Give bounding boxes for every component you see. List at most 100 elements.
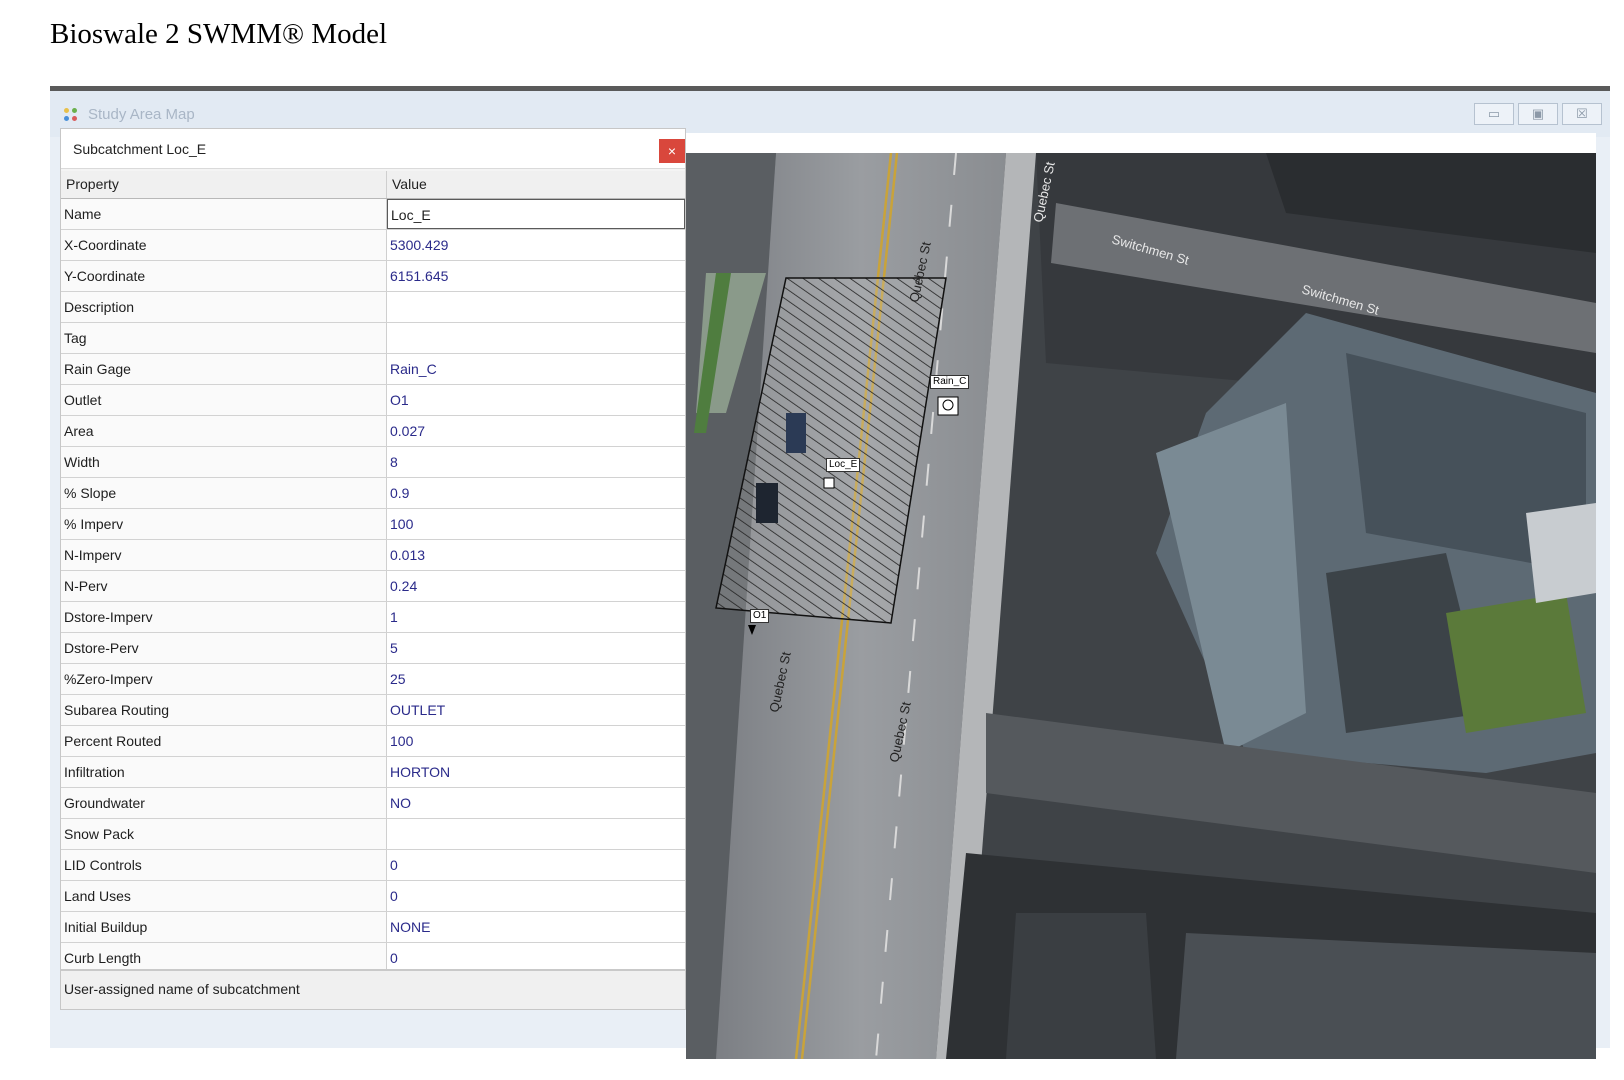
property-row[interactable]: Rain Gage Rain_C — [61, 354, 685, 385]
subcatchment-map-label: Loc_E — [826, 458, 861, 472]
aerial-map[interactable]: Quebec St Switchmen St Switchmen St Queb… — [686, 153, 1596, 1059]
map-app-icon — [64, 108, 78, 122]
rooftop-light — [1526, 503, 1596, 603]
property-name-cell: LID Controls — [61, 850, 387, 880]
property-name-cell: N-Perv — [61, 571, 387, 601]
dialog-title: Subcatchment Loc_E — [73, 141, 207, 157]
property-row[interactable]: Subarea Routing OUTLET — [61, 695, 685, 726]
property-row[interactable]: % Slope 0.9 — [61, 478, 685, 509]
lower-building-left — [1006, 913, 1156, 1059]
property-value-cell[interactable] — [387, 323, 685, 353]
subcatchment-centroid-marker[interactable] — [823, 477, 835, 489]
property-row[interactable]: N-Perv 0.24 — [61, 571, 685, 602]
property-name-cell: Description — [61, 292, 387, 322]
status-text: User-assigned name of subcatchment — [64, 981, 300, 997]
car-2 — [756, 483, 778, 523]
property-name-cell: N-Imperv — [61, 540, 387, 570]
column-header-property[interactable]: Property — [61, 171, 387, 198]
status-bar: User-assigned name of subcatchment — [61, 969, 685, 1009]
property-row[interactable]: Snow Pack — [61, 819, 685, 850]
dialog-titlebar[interactable]: Subcatchment Loc_E × — [61, 129, 685, 169]
property-value-cell[interactable]: 1 — [387, 602, 685, 632]
property-name-cell: Groundwater — [61, 788, 387, 818]
property-row[interactable]: % Imperv 100 — [61, 509, 685, 540]
property-name-cell: Name — [61, 199, 387, 229]
car-1 — [786, 413, 806, 453]
property-row[interactable]: LID Controls 0 — [61, 850, 685, 881]
property-name-cell: Rain Gage — [61, 354, 387, 384]
minimize-button[interactable]: ▭ — [1474, 103, 1514, 125]
property-value-cell[interactable]: 25 — [387, 664, 685, 694]
outlet-label: O1 — [750, 609, 770, 623]
property-row[interactable]: Width 8 — [61, 447, 685, 478]
property-value-cell[interactable]: 0 — [387, 881, 685, 911]
column-header-value[interactable]: Value — [387, 171, 685, 198]
property-value-cell[interactable]: O1 — [387, 385, 685, 415]
property-value-cell[interactable] — [387, 819, 685, 849]
property-row[interactable]: Dstore-Imperv 1 — [61, 602, 685, 633]
subcatchment-property-dialog: Subcatchment Loc_E × Property Value Name… — [60, 128, 686, 1010]
property-value-cell[interactable]: 0 — [387, 850, 685, 880]
close-window-button[interactable]: ☒ — [1562, 103, 1602, 125]
property-row[interactable]: Infiltration HORTON — [61, 757, 685, 788]
maximize-button[interactable]: ▣ — [1518, 103, 1558, 125]
map-top-strip — [686, 133, 1596, 153]
property-name-cell: %Zero-Imperv — [61, 664, 387, 694]
property-row[interactable]: Outlet O1 — [61, 385, 685, 416]
property-name-cell: Infiltration — [61, 757, 387, 787]
grid-header: Property Value — [61, 171, 685, 199]
property-value-cell[interactable]: OUTLET — [387, 695, 685, 725]
property-row[interactable]: %Zero-Imperv 25 — [61, 664, 685, 695]
property-row[interactable]: Land Uses 0 — [61, 881, 685, 912]
lower-building-right — [1176, 933, 1596, 1059]
dialog-close-button[interactable]: × — [659, 139, 685, 163]
page-heading: Bioswale 2 SWMM® Model — [50, 18, 387, 50]
property-name-cell: X-Coordinate — [61, 230, 387, 260]
property-name-cell: Subarea Routing — [61, 695, 387, 725]
property-value-cell[interactable]: 8 — [387, 447, 685, 477]
property-name-cell: Snow Pack — [61, 819, 387, 849]
property-value-cell[interactable]: 5300.429 — [387, 230, 685, 260]
property-name-cell: Width — [61, 447, 387, 477]
property-name-cell: Area — [61, 416, 387, 446]
property-row[interactable]: N-Imperv 0.013 — [61, 540, 685, 571]
property-row[interactable]: Dstore-Perv 5 — [61, 633, 685, 664]
property-name-cell: % Slope — [61, 478, 387, 508]
property-row[interactable]: Y-Coordinate 6151.645 — [61, 261, 685, 292]
property-row[interactable]: X-Coordinate 5300.429 — [61, 230, 685, 261]
property-value-cell[interactable] — [387, 292, 685, 322]
property-name-cell: Percent Routed — [61, 726, 387, 756]
property-row[interactable]: Groundwater NO — [61, 788, 685, 819]
property-name-cell: Outlet — [61, 385, 387, 415]
property-row[interactable]: Tag — [61, 323, 685, 354]
property-row[interactable]: Percent Routed 100 — [61, 726, 685, 757]
property-value-cell[interactable]: 0.24 — [387, 571, 685, 601]
property-value-cell[interactable]: Rain_C — [387, 354, 685, 384]
property-value-cell[interactable]: 5 — [387, 633, 685, 663]
property-name-cell: Y-Coordinate — [61, 261, 387, 291]
property-name-cell: % Imperv — [61, 509, 387, 539]
property-name-cell: Initial Buildup — [61, 912, 387, 942]
property-row[interactable]: Name Loc_E — [61, 199, 685, 230]
property-row[interactable]: Initial Buildup NONE — [61, 912, 685, 943]
property-grid: Property Value Name Loc_E X-Coordinate 5300… — [61, 171, 685, 974]
property-value-cell[interactable]: 0.013 — [387, 540, 685, 570]
property-value-cell[interactable]: 100 — [387, 726, 685, 756]
property-name-cell: Land Uses — [61, 881, 387, 911]
property-value-cell[interactable]: 0.027 — [387, 416, 685, 446]
property-name-cell: Dstore-Perv — [61, 633, 387, 663]
rain-gage-label: Rain_C — [930, 375, 970, 389]
property-value-cell[interactable]: Loc_E — [387, 199, 685, 229]
property-row[interactable]: Description — [61, 292, 685, 323]
property-value-cell[interactable]: 0.9 — [387, 478, 685, 508]
window-title: Study Area Map — [88, 106, 195, 123]
property-value-cell[interactable]: 6151.645 — [387, 261, 685, 291]
property-row[interactable]: Area 0.027 — [61, 416, 685, 447]
property-value-cell[interactable]: 100 — [387, 509, 685, 539]
property-name-cell: Tag — [61, 323, 387, 353]
property-value-cell[interactable]: NO — [387, 788, 685, 818]
property-value-cell[interactable]: NONE — [387, 912, 685, 942]
property-value-cell[interactable]: HORTON — [387, 757, 685, 787]
map-canvas[interactable]: Quebec St Switchmen St Switchmen St Queb… — [686, 153, 1596, 1059]
property-name-cell: Dstore-Imperv — [61, 602, 387, 632]
